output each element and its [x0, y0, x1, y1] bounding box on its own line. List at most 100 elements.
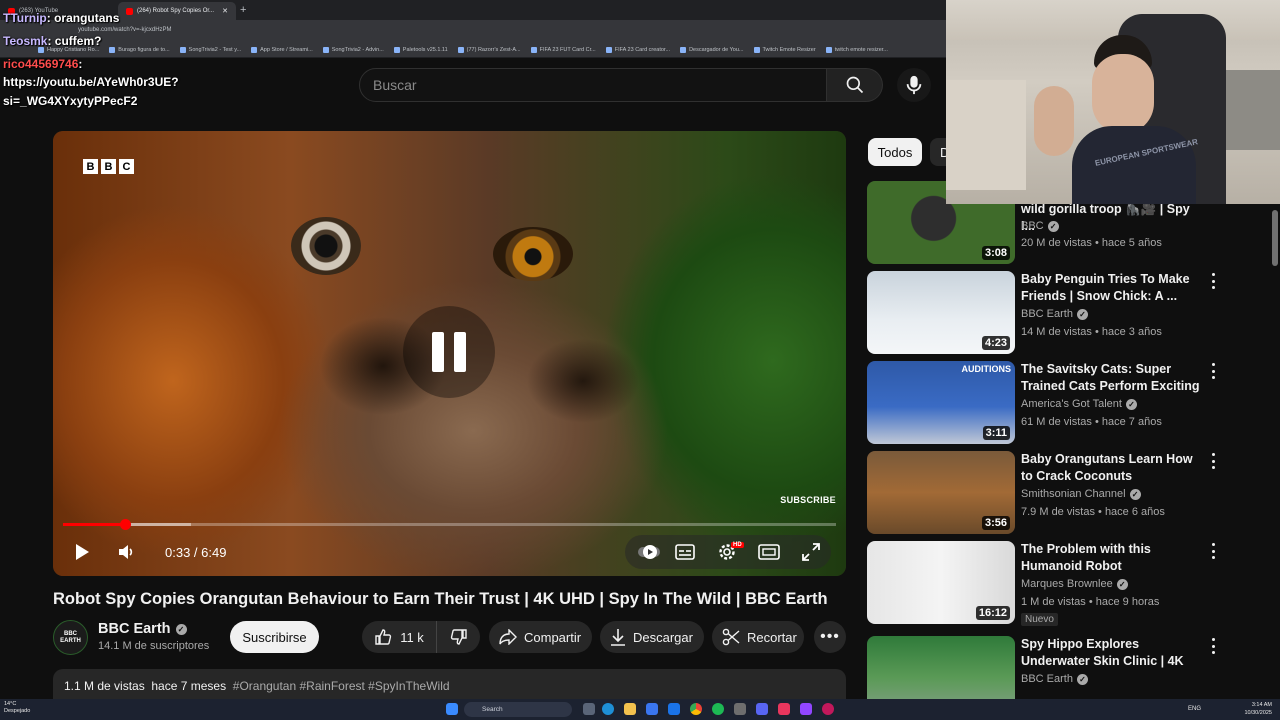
- subscribe-button[interactable]: Suscribirse: [230, 621, 319, 653]
- recommended-channel[interactable]: BBC Earth ✓: [1021, 308, 1088, 320]
- voice-search-button[interactable]: [897, 68, 931, 102]
- description-box[interactable]: 1.1 M de vistas hace 7 meses #Orangutan …: [53, 669, 846, 699]
- bookmark-favicon-icon: [530, 46, 537, 53]
- shirt: [1072, 126, 1196, 204]
- face: [1092, 54, 1154, 134]
- hashtags[interactable]: #Orangutan #RainForest #SpyInTheWild: [233, 679, 450, 693]
- recommended-title[interactable]: Baby Orangutans Learn How to Crack Cocon…: [1021, 451, 1206, 485]
- bookmark-favicon-icon: [753, 46, 760, 53]
- captions-button[interactable]: [672, 538, 698, 566]
- thumbnail-caption: AUDITIONS: [961, 364, 1012, 374]
- search-button[interactable]: [827, 68, 883, 102]
- verified-badge-icon: ✓: [1047, 220, 1059, 232]
- chip-all[interactable]: Todos: [868, 138, 922, 166]
- more-options-icon[interactable]: [1210, 543, 1216, 559]
- recommended-title[interactable]: Baby Penguin Tries To Make Friends | Sno…: [1021, 271, 1206, 305]
- address-bar[interactable]: youtube.com/watch?v=-kjcxdHzPM: [0, 20, 946, 42]
- volume-button[interactable]: [113, 538, 139, 566]
- recommended-title[interactable]: The Problem with this Humanoid Robot: [1021, 541, 1206, 575]
- more-options-icon[interactable]: [1210, 363, 1216, 379]
- close-tab-icon[interactable]: ✕: [222, 7, 228, 15]
- thumbs-down-icon: [450, 629, 467, 645]
- windows-start-icon[interactable]: [446, 703, 458, 715]
- progress-bar[interactable]: [63, 519, 836, 530]
- video-thumbnail[interactable]: 16:12: [867, 541, 1015, 624]
- share-button[interactable]: Compartir: [489, 621, 592, 653]
- more-options-icon[interactable]: [1210, 638, 1216, 654]
- recommended-channel-name: BBC Earth: [1021, 673, 1073, 685]
- bookmark-label: SongTrivia2 - Test y...: [188, 46, 242, 53]
- spotify-icon[interactable]: [712, 703, 724, 715]
- search-input[interactable]: [373, 77, 813, 93]
- theater-mode-button[interactable]: [756, 538, 782, 566]
- discord-icon[interactable]: [756, 703, 768, 715]
- task-view-icon[interactable]: [583, 703, 595, 715]
- autoplay-icon: [638, 545, 660, 559]
- bbc-letter: B: [83, 159, 98, 174]
- play-button[interactable]: [69, 538, 95, 566]
- video-thumbnail[interactable]: 4:23: [867, 271, 1015, 354]
- subscribe-watermark[interactable]: SUBSCRIBE: [780, 495, 836, 505]
- mail-icon[interactable]: [668, 703, 680, 715]
- fullscreen-button[interactable]: [798, 538, 824, 566]
- recommended-title[interactable]: Spy Hippo Explores Underwater Skin Clini…: [1021, 636, 1206, 670]
- volume-icon: [119, 545, 133, 559]
- bookmark-item[interactable]: Descargador de You...: [680, 46, 744, 53]
- download-label: Descargar: [633, 629, 693, 645]
- recommended-channel[interactable]: Marques Brownlee ✓: [1021, 578, 1128, 590]
- recommended-channel[interactable]: Smithsonian Channel ✓: [1021, 488, 1141, 500]
- search-icon: [846, 76, 863, 94]
- download-button[interactable]: Descargar: [600, 621, 704, 653]
- video-player[interactable]: B B C SUBSCRIBE 0:33 / 6:49 HD: [53, 131, 846, 576]
- recommended-channel[interactable]: BBC ✓: [1021, 220, 1059, 232]
- browser-tab-active[interactable]: (264) Robot Spy Copies Or... ✕: [118, 2, 236, 20]
- store-icon[interactable]: [646, 703, 658, 715]
- bookmark-item[interactable]: FIFA 23 Card creator...: [605, 46, 670, 53]
- clock[interactable]: 3:14 AM 10/30/2025: [1244, 701, 1272, 717]
- play-pause-overlay[interactable]: [403, 306, 495, 398]
- channel-name[interactable]: BBC Earth ✓: [98, 621, 187, 637]
- bookmark-item[interactable]: SongTrivia2 - Test y...: [179, 46, 242, 53]
- recommended-title[interactable]: The Savitsky Cats: Super Trained Cats Pe…: [1021, 361, 1206, 395]
- channel-name-text[interactable]: BBC Earth: [98, 621, 171, 637]
- file-explorer-icon[interactable]: [624, 703, 636, 715]
- recommended-video[interactable]: 16:12 The Problem with this Humanoid Robo…: [867, 541, 1272, 626]
- settings-app-icon[interactable]: [734, 703, 746, 715]
- recommended-channel[interactable]: BBC Earth ✓: [1021, 673, 1088, 685]
- search-box[interactable]: [359, 68, 827, 102]
- taskbar-search[interactable]: Search: [464, 702, 572, 717]
- new-tab-button[interactable]: +: [240, 4, 246, 16]
- twitch-icon[interactable]: [800, 703, 812, 715]
- weather-widget[interactable]: 14°C Despejado: [4, 701, 30, 715]
- more-options-icon[interactable]: [1210, 273, 1216, 289]
- bookmark-item[interactable]: twitch emote resizer...: [825, 46, 888, 53]
- chip-next[interactable]: D: [930, 138, 949, 166]
- edge-icon[interactable]: [602, 703, 614, 715]
- recommended-channel[interactable]: America's Got Talent ✓: [1021, 398, 1137, 410]
- bookmark-item[interactable]: Paletools v25.1.11: [393, 46, 448, 53]
- autoplay-toggle[interactable]: [636, 538, 662, 566]
- sidebar-scrollbar[interactable]: [1272, 210, 1278, 266]
- language-indicator[interactable]: ENG: [1188, 706, 1201, 712]
- chrome-icon[interactable]: [690, 703, 702, 715]
- bookmark-item[interactable]: App Store / Streami...: [251, 46, 313, 53]
- dislike-button[interactable]: [437, 621, 480, 653]
- bookmark-item[interactable]: FIFA 23 FUT Card Cr...: [530, 46, 596, 53]
- more-options-icon[interactable]: [1210, 453, 1216, 469]
- url-text[interactable]: youtube.com/watch?v=-kjcxdHzPM: [78, 27, 172, 33]
- recommended-video[interactable]: 3:56 Baby Orangutans Learn How to Crack C…: [867, 451, 1272, 534]
- clip-button[interactable]: Recortar: [712, 621, 804, 653]
- obs-icon[interactable]: [822, 703, 834, 715]
- more-actions-button[interactable]: •••: [814, 621, 846, 653]
- bookmark-item[interactable]: (77) Razorr's Zest-A...: [457, 46, 521, 53]
- app-icon[interactable]: [778, 703, 790, 715]
- bookmark-item[interactable]: Twitch Emote Resizer: [753, 46, 816, 53]
- recommended-video[interactable]: 4:23 Baby Penguin Tries To Make Friends |…: [867, 271, 1272, 354]
- recommended-video[interactable]: AUDITIONS 3:11 The Savitsky Cats: Super Tr…: [867, 361, 1272, 444]
- channel-avatar[interactable]: BBC EARTH: [53, 620, 88, 655]
- bookmark-item[interactable]: SongTrivia2 - Advin...: [322, 46, 384, 53]
- bookmark-item[interactable]: Burago figura de to...: [109, 46, 170, 53]
- like-button[interactable]: 11 k: [362, 621, 437, 653]
- video-thumbnail[interactable]: 3:56: [867, 451, 1015, 534]
- video-thumbnail[interactable]: AUDITIONS 3:11: [867, 361, 1015, 444]
